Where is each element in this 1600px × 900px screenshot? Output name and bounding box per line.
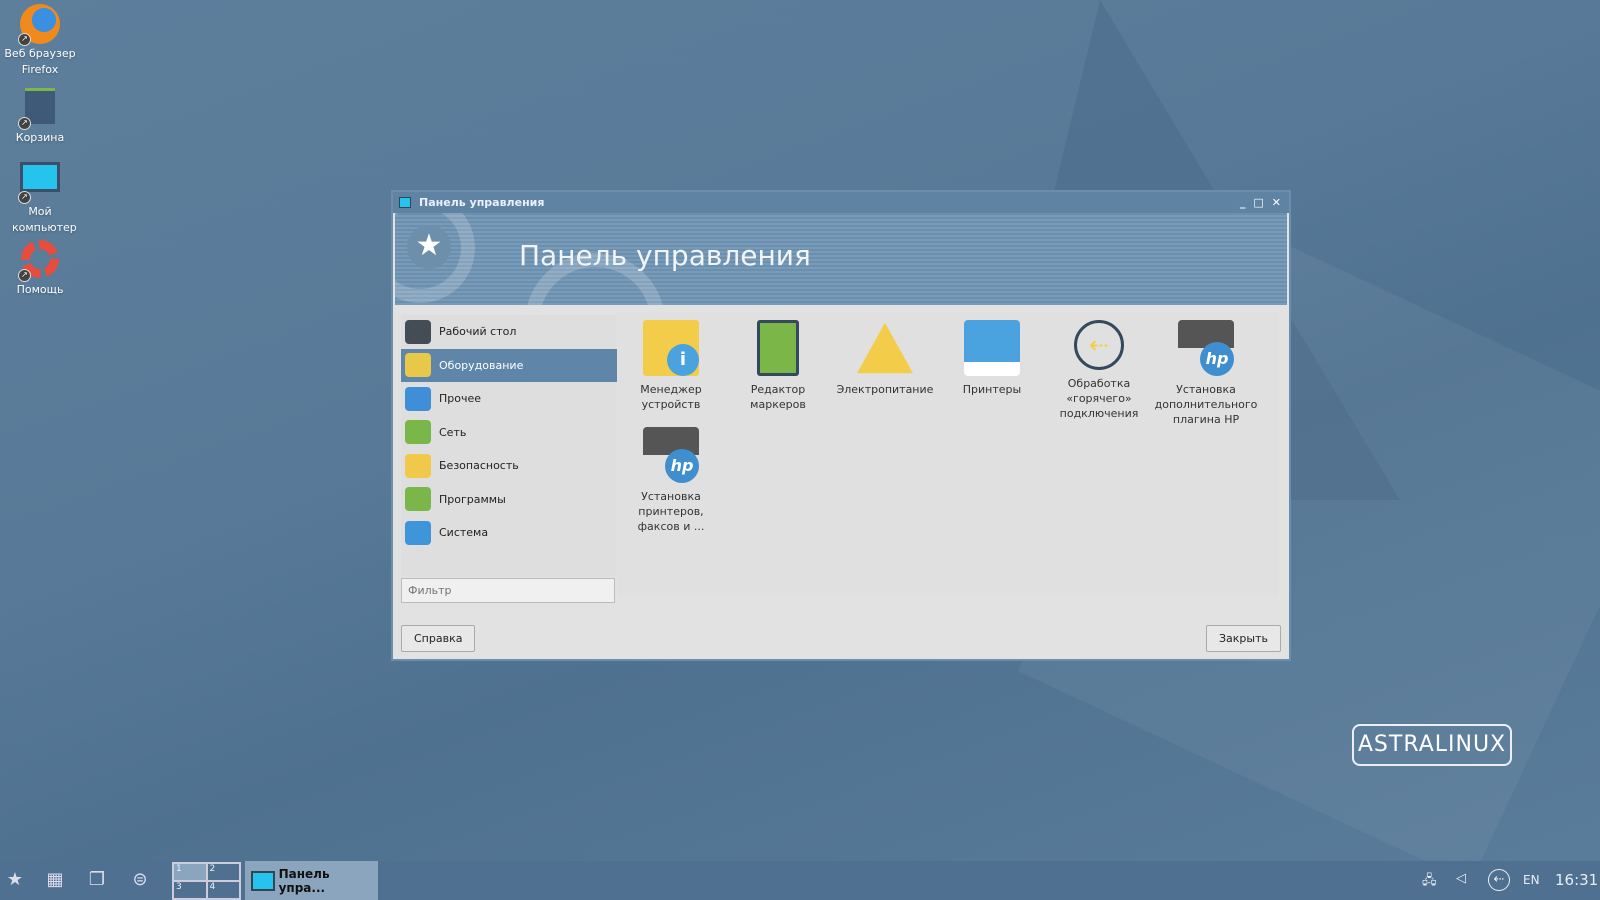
applet-label: Установка дополнительного плагина HP — [1154, 383, 1258, 426]
workspace-1[interactable]: 1 — [173, 863, 207, 881]
category-icon — [405, 386, 431, 411]
applet-grid: i Менеджер устройств Редактор маркеров Элек… — [618, 312, 1278, 597]
sidebar-item[interactable]: Программы — [401, 483, 617, 517]
applet-label: Менеджер устройств — [640, 383, 702, 411]
desktop-icon-label: Помощь — [16, 283, 64, 296]
category-sidebar: Рабочий стол Оборудование Прочее Сеть Безопа… — [401, 315, 617, 577]
astralinux-logo: ASTRALINUX — [1352, 724, 1512, 766]
hp-printer-icon: hp — [1178, 320, 1234, 376]
filter-input[interactable] — [401, 578, 615, 603]
banner-title: Панель управления — [519, 239, 811, 272]
volume-icon[interactable]: ◁ — [1456, 871, 1466, 886]
desktop-icon-label: Мой компьютер — [12, 205, 77, 234]
desktop-icon-label: Веб браузер Firefox — [4, 47, 76, 76]
applet-item[interactable]: Электропитание — [832, 320, 938, 397]
sidebar-item-label: Безопасность — [439, 459, 519, 473]
window-title: Панель управления — [419, 196, 545, 209]
control-panel-window: Панель управления _ □ ✕ ★ Панель управле… — [391, 190, 1291, 661]
astra-star-icon: ★ — [407, 225, 451, 269]
sidebar-item[interactable]: Система — [401, 516, 617, 550]
sidebar-item-label: Оборудование — [439, 358, 524, 372]
category-icon — [405, 420, 431, 445]
applet-label: Электропитание — [836, 383, 934, 396]
close-window-button[interactable]: ✕ — [1272, 196, 1281, 209]
sidebar-item-label: Прочее — [439, 392, 482, 406]
app-icon — [399, 197, 411, 208]
applet-label: Редактор маркеров — [750, 383, 806, 411]
control-panel-icon — [251, 870, 275, 891]
maximize-button[interactable]: □ — [1253, 196, 1263, 209]
applet-item[interactable]: hp Установка дополнительного плагина HP — [1153, 320, 1259, 427]
marker-editor-icon — [757, 320, 799, 376]
category-icon — [405, 453, 431, 478]
lifebuoy-icon: ↗ — [18, 240, 60, 282]
taskbar: ★ ▦ ❐ ⊜ 1 2 3 4 Панель упра... 🖧 ◁ ⇠ EN … — [0, 861, 1600, 900]
sidebar-item[interactable]: Оборудование — [401, 348, 617, 382]
applet-item[interactable]: ⇠ Обработка «горячего» подключения — [1046, 320, 1152, 421]
network-monitor-icon[interactable]: 🖧 — [1422, 871, 1437, 893]
start-menu-star-icon[interactable]: ★ — [2, 869, 28, 893]
sidebar-item-label: Программы — [439, 492, 506, 506]
applet-label: Установка принтеров, факсов и ... — [637, 490, 705, 533]
clock[interactable]: 16:31 — [1555, 871, 1598, 889]
workspace-2[interactable]: 2 — [206, 863, 240, 881]
minimize-button[interactable]: _ — [1240, 196, 1246, 209]
sidebar-item[interactable]: Безопасность — [401, 449, 617, 483]
category-icon — [405, 353, 431, 378]
title-bar[interactable]: Панель управления _ □ ✕ — [393, 192, 1289, 213]
usb-icon: ⇠ — [1074, 320, 1124, 370]
trash-icon: ↗ — [18, 88, 60, 130]
category-icon — [405, 520, 431, 545]
header-banner: ★ Панель управления — [395, 213, 1287, 305]
desktop-icon-help[interactable]: ↗ Помощь — [4, 240, 76, 298]
applet-label: Принтеры — [962, 383, 1022, 396]
show-desktop-icon[interactable]: ▦ — [42, 869, 68, 893]
task-label: Панель упра... — [278, 866, 330, 895]
sidebar-item-label: Сеть — [439, 425, 467, 439]
close-button[interactable]: Закрыть — [1206, 625, 1281, 652]
sidebar-item[interactable]: Прочее — [401, 382, 617, 416]
category-icon — [405, 319, 431, 344]
printer-icon — [964, 320, 1020, 376]
hp-printer-icon: hp — [643, 427, 699, 483]
applet-item[interactable]: hp Установка принтеров, факсов и ... — [618, 427, 724, 534]
keyboard-layout[interactable]: EN — [1523, 873, 1540, 887]
desktop-icon-trash[interactable]: ↗ Корзина — [4, 88, 76, 146]
applet-label: Обработка «горячего» подключения — [1059, 377, 1139, 420]
sidebar-item-label: Рабочий стол — [439, 325, 517, 339]
desktop-icon-computer[interactable]: ↗ Мой компьютер — [4, 162, 77, 236]
help-button[interactable]: Справка — [401, 625, 476, 652]
power-icon — [857, 322, 913, 374]
firefox-icon: ↗ — [18, 4, 60, 46]
applet-item[interactable]: Принтеры — [939, 320, 1045, 397]
applet-item[interactable]: i Менеджер устройств — [618, 320, 724, 412]
taskbar-task-control-panel[interactable]: Панель упра... — [245, 861, 378, 900]
category-icon — [405, 487, 431, 512]
workspace-pager[interactable]: 1 2 3 4 — [172, 862, 241, 900]
device-manager-icon: i — [643, 320, 699, 376]
desktop-icon-label: Корзина — [15, 131, 65, 144]
desktop-icon-firefox[interactable]: ↗ Веб браузер Firefox — [4, 4, 76, 78]
sidebar-item[interactable]: Рабочий стол — [401, 315, 617, 349]
applet-item[interactable]: Редактор маркеров — [725, 320, 831, 412]
usb-tray-icon[interactable]: ⇠ — [1488, 869, 1510, 891]
windows-icon[interactable]: ❐ — [84, 869, 110, 893]
workspace-4[interactable]: 4 — [206, 881, 240, 899]
sidebar-item[interactable]: Сеть — [401, 416, 617, 450]
workspace-3[interactable]: 3 — [173, 881, 207, 899]
sidebar-item-label: Система — [439, 526, 489, 540]
computer-icon: ↗ — [18, 162, 60, 204]
file-manager-icon[interactable]: ⊜ — [127, 869, 153, 893]
